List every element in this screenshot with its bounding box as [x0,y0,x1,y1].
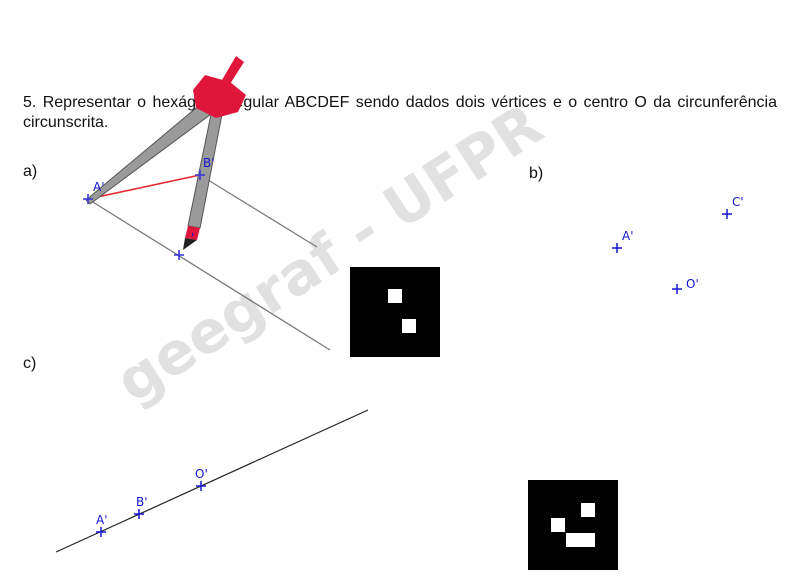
point-marker [612,209,732,294]
given-line [55,409,369,553]
point-label: C' [732,195,744,209]
construction-line [199,174,318,248]
point-label: O' [195,467,208,481]
construction-canvas: geegraf - UFPR A' B' ' A' C' O' A' B' O' [55,56,744,570]
point-label: ' [191,231,194,245]
point-label: O' [686,277,699,291]
compass-icon[interactable] [85,56,246,250]
point-label: A' [96,513,108,527]
point-label: B' [136,495,148,509]
part-c-figure: A' B' O' [55,409,369,553]
qr-code-icon [528,480,618,570]
point-label: B' [203,156,215,170]
point-label: A' [93,180,105,194]
qr-code-icon [350,267,440,357]
point-label: A' [622,229,634,243]
part-b-figure: A' C' O' [612,195,744,294]
